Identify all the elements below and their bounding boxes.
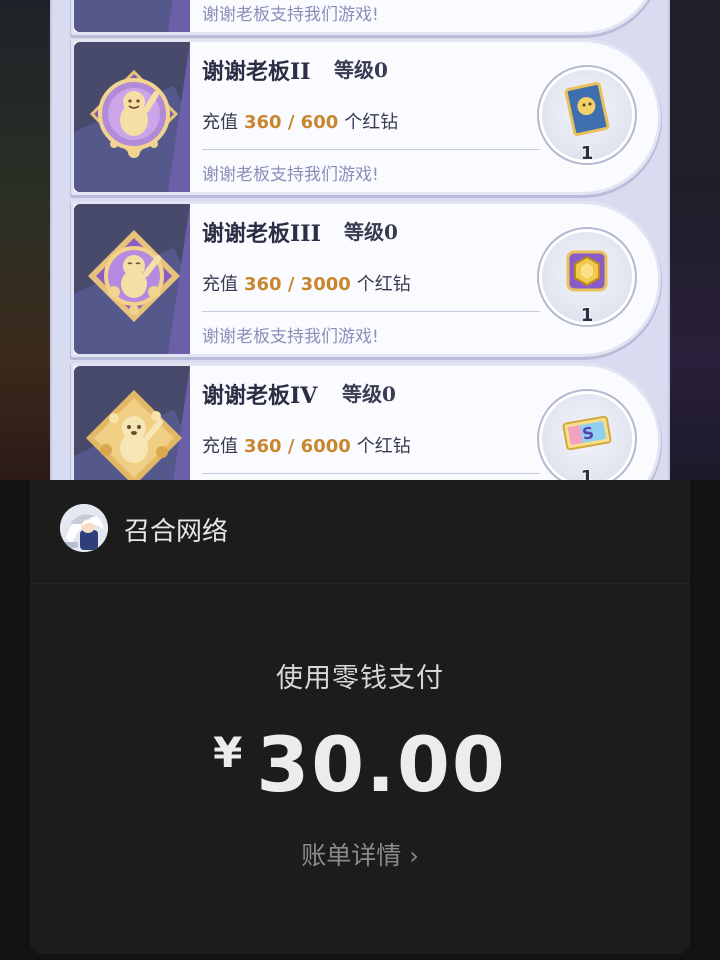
game-background: 谢谢老板支持我们游戏! 谢谢老板II 等级0 充值 360 / 600 个红钻 … [0, 0, 720, 480]
achievement-card-thank-boss-3: 谢谢老板III 等级0 充值 360 / 3000 个红钻 谢谢老板支持我们游戏! … [74, 204, 658, 354]
achievement-card-thank-boss-2: 谢谢老板II 等级0 充值 360 / 600 个红钻 谢谢老板支持我们游戏! 1 [74, 42, 658, 192]
progress-prefix: 充值 [202, 436, 238, 457]
boss-badge-icon [89, 69, 179, 159]
card-level: 等级0 [334, 58, 388, 82]
card-divider [202, 311, 540, 312]
background-scenery-right [668, 0, 720, 480]
card-progress: 充值 360 / 600 个红钻 [202, 108, 398, 134]
badge-area [74, 204, 190, 354]
progress-suffix: 个红钻 [356, 274, 411, 295]
payment-amount: ¥30.00 [30, 720, 690, 809]
card-description: 谢谢老板支持我们游戏! [202, 327, 379, 347]
ticket-s-icon: S [562, 415, 612, 451]
chevron-right-icon: › [409, 842, 419, 870]
bill-details-link[interactable]: 账单详情 › [30, 836, 690, 872]
badge-area [74, 0, 190, 32]
card-description: 谢谢老板支持我们游戏! [202, 5, 379, 25]
card-progress: 充值 360 / 6000 个红钻 [202, 432, 411, 458]
amount-value: 30.00 [256, 720, 507, 809]
achievement-card-partial: 谢谢老板支持我们游戏! [74, 0, 658, 32]
card-level: 等级0 [342, 382, 396, 406]
boss-badge-icon [86, 390, 182, 480]
reward-count: 1 [580, 143, 594, 164]
card-divider [202, 149, 540, 150]
progress-suffix: 个红钻 [356, 436, 411, 457]
merchant-header: 召合网络 [30, 480, 690, 584]
reward-count: 1 [580, 305, 594, 326]
currency-symbol: ¥ [213, 728, 243, 777]
progress-value: 360 / 6000 [244, 436, 351, 457]
progress-value: 360 / 600 [244, 112, 339, 133]
card-icon [564, 82, 610, 136]
card-title: 谢谢老板IV [202, 383, 318, 409]
badge-area [74, 366, 190, 480]
achievement-card-thank-boss-4: 谢谢老板IV 等级0 充值 360 / 6000 个红钻 S 1 [74, 366, 658, 480]
bill-details-label: 账单详情 [301, 841, 402, 870]
hexagon-box-icon [566, 250, 608, 292]
payment-sheet: 召合网络 使用零钱支付 ¥30.00 账单详情 › [0, 480, 720, 960]
merchant-logo-icon [60, 504, 108, 552]
card-title: 谢谢老板III [202, 221, 321, 247]
reward-count: 1 [580, 467, 594, 480]
card-level: 等级0 [344, 220, 398, 244]
payment-method-label: 使用零钱支付 [276, 663, 444, 694]
progress-value: 360 / 3000 [244, 274, 351, 295]
card-progress: 充值 360 / 3000 个红钻 [202, 270, 411, 296]
payment-sheet-card: 召合网络 使用零钱支付 ¥30.00 账单详情 › [30, 480, 690, 954]
card-description: 谢谢老板支持我们游戏! [202, 165, 379, 185]
reward-slot[interactable]: 1 [542, 70, 632, 164]
progress-prefix: 充值 [202, 112, 238, 133]
background-scenery-left [0, 0, 52, 480]
reward-slot[interactable]: S 1 [542, 394, 632, 480]
badge-area [74, 42, 190, 192]
merchant-name: 召合网络 [124, 517, 229, 547]
progress-suffix: 个红钻 [344, 112, 399, 133]
card-divider [202, 473, 540, 474]
reward-slot[interactable]: 1 [542, 232, 632, 326]
boss-badge-icon [88, 230, 180, 322]
merchant-avatar [60, 504, 108, 552]
card-title: 谢谢老板II [202, 59, 311, 85]
progress-prefix: 充值 [202, 274, 238, 295]
